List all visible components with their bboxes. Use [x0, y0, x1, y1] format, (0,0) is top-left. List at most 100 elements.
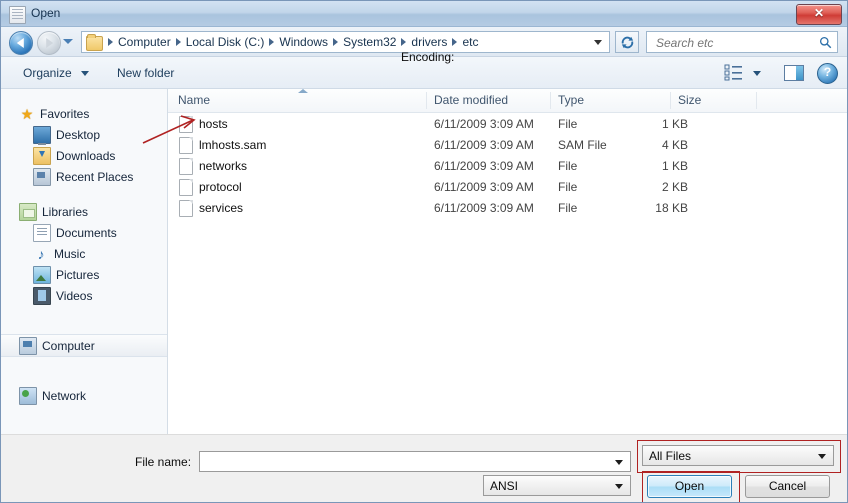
- help-icon: ?: [823, 65, 832, 79]
- encoding-select[interactable]: ANSI: [483, 475, 631, 496]
- close-icon: ✕: [813, 6, 825, 20]
- column-divider[interactable]: [426, 92, 427, 109]
- forward-button[interactable]: [37, 31, 61, 55]
- breadcrumb-item[interactable]: Computer: [115, 35, 174, 49]
- forward-arrow-icon: [46, 38, 54, 48]
- cancel-button[interactable]: Cancel: [745, 475, 830, 498]
- file-date-cell: 6/11/2009 3:09 AM: [434, 137, 534, 152]
- path-chevron-down-icon[interactable]: [594, 40, 602, 45]
- file-row-list: hosts 6/11/2009 3:09 AM File 1 KB lmhosts.sa…: [168, 113, 847, 218]
- open-button[interactable]: Open: [647, 475, 732, 498]
- table-row[interactable]: networks 6/11/2009 3:09 AM File 1 KB: [168, 155, 847, 176]
- file-name-cell: hosts: [199, 116, 228, 131]
- table-row[interactable]: services 6/11/2009 3:09 AM File 18 KB: [168, 197, 847, 218]
- breadcrumb-item[interactable]: Windows: [276, 35, 331, 49]
- sort-ascending-icon: [298, 89, 308, 93]
- breadcrumb-item[interactable]: System32: [340, 35, 399, 49]
- preview-pane-icon[interactable]: [784, 65, 804, 81]
- sidebar-item-label: Documents: [56, 225, 117, 240]
- new-folder-button[interactable]: New folder: [111, 64, 180, 82]
- column-divider[interactable]: [550, 92, 551, 109]
- breadcrumb-item[interactable]: etc: [459, 35, 481, 49]
- file-list: Name Date modified Type Size hosts 6/11/2…: [168, 89, 847, 434]
- folder-icon: [86, 34, 103, 51]
- recent-locations-chevron-down-icon[interactable]: [63, 39, 73, 44]
- network-icon: [19, 386, 37, 405]
- navigation-sidebar: ★ Favorites Desktop Downloads Recent Places L…: [1, 89, 168, 434]
- sidebar-item-desktop[interactable]: Desktop: [1, 124, 167, 145]
- breadcrumb-separator-icon: [108, 38, 113, 46]
- table-row[interactable]: hosts 6/11/2009 3:09 AM File 1 KB: [168, 113, 847, 134]
- chevron-down-icon[interactable]: [818, 454, 826, 459]
- videos-icon: [33, 286, 51, 305]
- table-row[interactable]: lmhosts.sam 6/11/2009 3:09 AM SAM File 4 KB: [168, 134, 847, 155]
- title-bar: Open ✕: [1, 1, 847, 27]
- organize-button[interactable]: Organize: [17, 64, 78, 82]
- sidebar-item-network[interactable]: Network: [1, 385, 167, 406]
- sidebar-item-music[interactable]: ♪ Music: [1, 243, 167, 264]
- column-header-date-modified[interactable]: Date modified: [434, 93, 508, 107]
- view-mode-chevron-down-icon[interactable]: [753, 71, 761, 76]
- column-header-type[interactable]: Type: [558, 93, 584, 107]
- file-type-cell: SAM File: [558, 137, 607, 152]
- file-icon: [179, 179, 193, 196]
- file-size-cell: 4 KB: [661, 137, 688, 152]
- breadcrumb-item[interactable]: drivers: [408, 35, 450, 49]
- sidebar-group-favorites[interactable]: ★ Favorites: [1, 103, 167, 124]
- sidebar-item-videos[interactable]: Videos: [1, 285, 167, 306]
- column-header-name[interactable]: Name: [178, 93, 210, 107]
- star-icon: ★: [20, 105, 34, 122]
- sidebar-item-label: Desktop: [56, 127, 101, 142]
- encoding-label: Encoding:: [401, 50, 455, 64]
- chevron-down-icon[interactable]: [615, 460, 623, 465]
- file-icon: [179, 158, 193, 175]
- file-size-cell: 1 KB: [661, 116, 688, 131]
- file-icon: [179, 116, 193, 133]
- refresh-button[interactable]: [615, 31, 639, 53]
- file-name-input[interactable]: [199, 451, 631, 472]
- search-box[interactable]: [646, 31, 838, 53]
- search-icon: [819, 36, 832, 49]
- file-icon: [179, 200, 193, 217]
- file-type-cell: File: [558, 200, 578, 215]
- back-button[interactable]: [9, 31, 33, 55]
- window-title: Open: [31, 6, 61, 20]
- dialog-body: ★ Favorites Desktop Downloads Recent Places L…: [1, 89, 847, 434]
- file-size-cell: 1 KB: [661, 158, 688, 173]
- notepad-document-icon: [9, 6, 26, 24]
- open-file-dialog: Open ✕ Computer Local Disk (C:) Windows Sys…: [0, 0, 848, 503]
- breadcrumb-item[interactable]: Local Disk (C:): [183, 35, 268, 49]
- sidebar-item-documents[interactable]: Documents: [1, 222, 167, 243]
- sidebar-group-label: Libraries: [42, 204, 89, 219]
- table-row[interactable]: protocol 6/11/2009 3:09 AM File 2 KB: [168, 176, 847, 197]
- file-date-cell: 6/11/2009 3:09 AM: [434, 179, 534, 194]
- column-divider[interactable]: [756, 92, 757, 109]
- file-type-cell: File: [558, 116, 578, 131]
- sidebar-group-libraries[interactable]: Libraries: [1, 201, 167, 222]
- column-header-row: Name Date modified Type Size: [168, 89, 847, 113]
- sidebar-item-recent-places[interactable]: Recent Places: [1, 166, 167, 187]
- file-date-cell: 6/11/2009 3:09 AM: [434, 200, 534, 215]
- file-name-cell: services: [199, 200, 244, 215]
- file-type-filter-select[interactable]: All Files: [642, 445, 834, 466]
- path-breadcrumb-bar[interactable]: Computer Local Disk (C:) Windows System32 dr…: [81, 31, 610, 53]
- chevron-down-icon[interactable]: [615, 484, 623, 489]
- close-button[interactable]: ✕: [796, 4, 842, 25]
- column-divider[interactable]: [670, 92, 671, 109]
- encoding-value: ANSI: [490, 479, 519, 493]
- view-mode-icon[interactable]: [724, 64, 744, 82]
- sidebar-item-pictures[interactable]: Pictures: [1, 264, 167, 285]
- file-type-cell: File: [558, 179, 578, 194]
- organize-chevron-down-icon[interactable]: [81, 71, 89, 76]
- column-header-size[interactable]: Size: [678, 93, 701, 107]
- file-size-cell: 2 KB: [661, 179, 688, 194]
- search-input[interactable]: [654, 35, 813, 51]
- sidebar-item-downloads[interactable]: Downloads: [1, 145, 167, 166]
- help-button[interactable]: ?: [817, 63, 838, 84]
- sidebar-group-list: ★ Favorites Desktop Downloads Recent Places L…: [1, 103, 167, 306]
- sidebar-item-label: Downloads: [56, 148, 116, 163]
- sidebar-item-computer[interactable]: Computer: [1, 334, 167, 357]
